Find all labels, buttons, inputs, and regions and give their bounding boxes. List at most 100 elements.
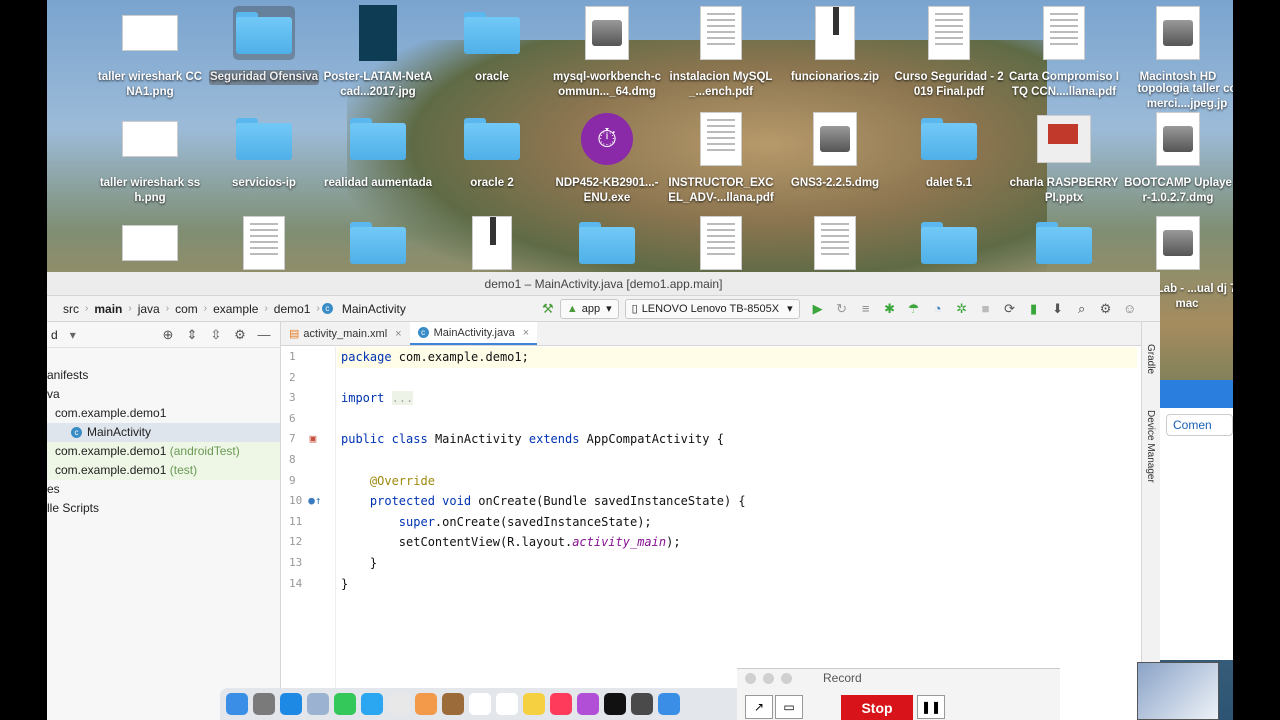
window-minimize-dot[interactable] bbox=[763, 673, 774, 684]
desktop-icon-r3-7[interactable] bbox=[894, 216, 1004, 270]
desktop-icon-r3-0[interactable] bbox=[95, 216, 205, 270]
window-zoom-dot[interactable] bbox=[781, 673, 792, 684]
code-line-7[interactable]: public class MainActivity extends AppCom… bbox=[337, 429, 1137, 450]
desktop-icon-r3-6[interactable] bbox=[780, 216, 890, 270]
tab-mainactivity-java[interactable]: c MainActivity.java × bbox=[409, 322, 538, 345]
device-select[interactable]: ▯ LENOVO Lenovo TB-8505X ▾ bbox=[624, 298, 800, 319]
folded-imports[interactable]: ... bbox=[391, 391, 414, 406]
gear-icon[interactable]: ⚙ bbox=[228, 327, 252, 343]
hammer-build-icon[interactable]: ⚒ bbox=[536, 301, 560, 317]
desktop-icon-r2-9[interactable]: BOOTCAMP Uplayer-1.0.2.7.dmg bbox=[1123, 112, 1233, 206]
collapse-all-icon[interactable]: ⇳ bbox=[204, 327, 228, 343]
dock-app-icon[interactable] bbox=[469, 693, 491, 715]
project-tree-item[interactable]: c MainActivity bbox=[47, 423, 280, 442]
dock-app-icon[interactable] bbox=[226, 693, 248, 715]
breadcrumb-com[interactable]: com bbox=[171, 302, 202, 316]
code-line-6[interactable] bbox=[337, 409, 1137, 430]
dock-app-icon[interactable] bbox=[442, 693, 464, 715]
device-manager-tool-tab[interactable]: Device Manager bbox=[1145, 410, 1156, 483]
desktop-icon-r1-6[interactable]: funcionarios.zip bbox=[780, 6, 890, 85]
code-line-14[interactable]: } bbox=[337, 574, 1137, 595]
breadcrumb-demo1[interactable]: demo1 bbox=[270, 302, 315, 316]
project-tree-item[interactable]: es bbox=[47, 480, 280, 499]
project-tree-item[interactable]: com.example.demo1 (androidTest) bbox=[47, 442, 280, 461]
window-close-dot[interactable] bbox=[745, 673, 756, 684]
desktop-icon-r1-2[interactable]: Poster-LATAM-NetAcad...2017.jpg bbox=[323, 5, 433, 100]
desktop-icon-r3-9[interactable] bbox=[1123, 216, 1233, 270]
dock-app-icon[interactable] bbox=[496, 693, 518, 715]
project-tree-item[interactable]: com.example.demo1 (test) bbox=[47, 461, 280, 480]
code-line-2[interactable] bbox=[337, 368, 1137, 389]
desktop-icon-r2-0[interactable]: taller wireshark ssh.png bbox=[95, 112, 205, 206]
rerun-icon[interactable]: ↻ bbox=[830, 301, 854, 317]
pause-icon[interactable]: ❚❚ bbox=[917, 695, 945, 719]
coverage-icon[interactable]: ☂ bbox=[902, 301, 926, 317]
project-tree-item[interactable]: com.example.demo1 bbox=[47, 404, 280, 423]
desktop-icon-r1-9[interactable]: Macintosh HD bbox=[1123, 6, 1233, 85]
breadcrumb-mainactivity[interactable]: MainActivity bbox=[338, 302, 410, 316]
code-line-12[interactable]: setContentView(R.layout.activity_main); bbox=[337, 532, 1137, 553]
dock-app-icon[interactable] bbox=[523, 693, 545, 715]
account-icon[interactable]: ☺ bbox=[1118, 301, 1142, 316]
desktop-icon-topologia[interactable]: topologia taller comerci....jpeg.jp bbox=[1137, 82, 1233, 112]
breadcrumb-example[interactable]: example bbox=[209, 302, 262, 316]
desktop-icon-r3-1[interactable] bbox=[209, 216, 319, 270]
dock-app-icon[interactable] bbox=[604, 693, 626, 715]
tab-activity-main-xml[interactable]: ▤ activity_main.xml × bbox=[281, 322, 410, 345]
desktop-icon-r1-4[interactable]: mysql-workbench-commun..._64.dmg bbox=[552, 6, 662, 100]
desktop-icon-r3-5[interactable] bbox=[666, 216, 776, 270]
close-icon[interactable]: × bbox=[523, 327, 529, 339]
code-editor[interactable]: package com.example.demo1; import ... pu… bbox=[337, 347, 1151, 720]
gradle-tool-tab[interactable]: Gradle bbox=[1145, 344, 1156, 374]
desktop-icon-r3-3[interactable] bbox=[437, 216, 547, 270]
stop-button[interactable]: Stop bbox=[841, 695, 913, 720]
desktop-icon-r2-1[interactable]: servicios-ip bbox=[209, 112, 319, 191]
desktop-icon-r1-3[interactable]: oracle bbox=[437, 6, 547, 85]
dock-app-icon[interactable] bbox=[361, 693, 383, 715]
project-tree-item[interactable]: anifests bbox=[47, 366, 280, 385]
chevron-down-icon[interactable]: ▾ bbox=[70, 328, 76, 342]
sync-gradle-icon[interactable]: ⟳ bbox=[998, 301, 1022, 317]
dock-app-icon[interactable] bbox=[388, 693, 410, 715]
rectangle-tool-icon[interactable]: ▭ bbox=[775, 695, 803, 719]
desktop-icon-r2-6[interactable]: GNS3-2.2.5.dmg bbox=[780, 112, 890, 191]
stop-icon[interactable]: ■ bbox=[974, 301, 998, 316]
desktop-icon-r3-4[interactable] bbox=[552, 216, 662, 270]
project-tree-item[interactable]: lle Scripts bbox=[47, 499, 280, 518]
debug-icon[interactable]: ✱ bbox=[878, 301, 902, 317]
gear-icon[interactable]: ⚙ bbox=[1094, 301, 1118, 317]
hide-panel-icon[interactable]: — bbox=[252, 327, 276, 342]
desktop-icon-r2-2[interactable]: realidad aumentada bbox=[323, 112, 433, 191]
run-icon[interactable]: ▶ bbox=[806, 301, 830, 317]
dock-app-icon[interactable] bbox=[658, 693, 680, 715]
dock-app-icon[interactable] bbox=[253, 693, 275, 715]
dock-app-icon[interactable] bbox=[307, 693, 329, 715]
arrow-tool-icon[interactable]: ↗ bbox=[745, 695, 773, 719]
avd-manager-icon[interactable]: ▮ bbox=[1022, 301, 1046, 317]
close-icon[interactable]: × bbox=[395, 328, 401, 340]
profile-icon[interactable]: ◔ bbox=[926, 301, 950, 316]
dock-app-icon[interactable] bbox=[631, 693, 653, 715]
breadcrumb-java[interactable]: java bbox=[134, 302, 164, 316]
desktop-icon-r2-7[interactable]: dalet 5.1 bbox=[894, 112, 1004, 191]
code-line-3[interactable]: import ... bbox=[337, 388, 1137, 409]
code-line-11[interactable]: super.onCreate(savedInstanceState); bbox=[337, 512, 1137, 533]
desktop-icon-r1-0[interactable]: taller wireshark CCNA1.png bbox=[95, 6, 205, 100]
comment-button[interactable]: Comen bbox=[1166, 414, 1233, 436]
breadcrumb-main[interactable]: main bbox=[90, 302, 126, 316]
code-line-9[interactable]: @Override bbox=[337, 471, 1137, 492]
desktop-icon-r2-4[interactable]: ⏱ NDP452-KB2901...-ENU.exe bbox=[552, 112, 662, 206]
desktop-icon-r2-8[interactable]: charla RASPBERRY PI.pptx bbox=[1009, 112, 1119, 206]
dock-app-icon[interactable] bbox=[577, 693, 599, 715]
dock-app-icon[interactable] bbox=[334, 693, 356, 715]
dock-app-icon[interactable] bbox=[280, 693, 302, 715]
breadcrumb-src[interactable]: src bbox=[59, 302, 83, 316]
locate-icon[interactable]: ⊕ bbox=[156, 327, 180, 343]
apply-changes-icon[interactable]: ≡ bbox=[854, 301, 878, 316]
project-tree-item[interactable]: va bbox=[47, 385, 280, 404]
layout-gutter-icon[interactable]: ▣ bbox=[310, 432, 317, 445]
search-icon[interactable]: ⌕ bbox=[1070, 301, 1094, 317]
dock-app-icon[interactable] bbox=[550, 693, 572, 715]
desktop-icon-r3-8[interactable] bbox=[1009, 216, 1119, 270]
desktop-icon-r1-1[interactable]: Seguridad Ofensiva bbox=[209, 6, 319, 85]
